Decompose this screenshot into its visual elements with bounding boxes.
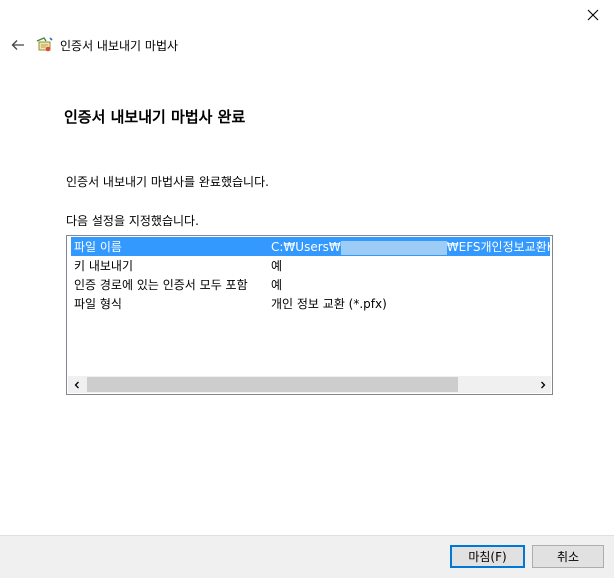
setting-name: 키 내보내기 xyxy=(74,259,134,273)
scroll-right-button[interactable] xyxy=(534,376,551,393)
window-title: 인증서 내보내기 마법사 xyxy=(60,38,179,53)
setting-value: 예 xyxy=(271,278,283,292)
back-button[interactable] xyxy=(8,35,28,55)
list-item[interactable]: 파일 이름 C:₩Users₩₩EFS개인정보교환KEY.p xyxy=(71,237,550,256)
cancel-button[interactable]: 취소 xyxy=(532,545,604,568)
list-item[interactable]: 인증 경로에 있는 인증서 모두 포함 예 xyxy=(71,275,550,294)
chevron-right-icon xyxy=(540,381,545,388)
scroll-track[interactable] xyxy=(85,376,534,393)
list-item[interactable]: 파일 형식 개인 정보 교환 (*.pfx) xyxy=(71,294,550,313)
list-item[interactable]: 키 내보내기 예 xyxy=(71,256,550,275)
setting-name: 파일 이름 xyxy=(74,240,122,254)
setting-name: 인증 경로에 있는 인증서 모두 포함 xyxy=(74,278,248,292)
setting-value: 예 xyxy=(271,259,283,273)
scroll-left-button[interactable] xyxy=(68,376,85,393)
title-bar: 인증서 내보내기 마법사 xyxy=(8,34,178,56)
scroll-thumb[interactable] xyxy=(87,377,458,392)
button-bar: 마침(F) 취소 xyxy=(0,535,614,578)
close-button[interactable] xyxy=(580,4,606,26)
certificate-wizard-icon xyxy=(36,37,54,53)
setting-name: 파일 형식 xyxy=(74,297,122,311)
setting-value: 개인 정보 교환 (*.pfx) xyxy=(271,297,387,311)
redacted-block xyxy=(340,240,447,255)
close-icon xyxy=(587,9,599,21)
page-heading: 인증서 내보내기 마법사 완료 xyxy=(64,108,246,126)
back-arrow-icon xyxy=(11,40,24,50)
settings-list[interactable]: 파일 이름 C:₩Users₩₩EFS개인정보교환KEY.p 키 내보내기 예 … xyxy=(66,235,553,395)
finish-button[interactable]: 마침(F) xyxy=(450,545,525,568)
setting-value: C:₩Users₩₩EFS개인정보교환KEY.p xyxy=(271,240,550,255)
horizontal-scrollbar[interactable] xyxy=(68,376,551,393)
completion-description: 인증서 내보내기 마법사를 완료했습니다. xyxy=(66,175,269,189)
chevron-left-icon xyxy=(74,381,79,388)
settings-intro: 다음 설정을 지정했습니다. xyxy=(66,214,199,228)
